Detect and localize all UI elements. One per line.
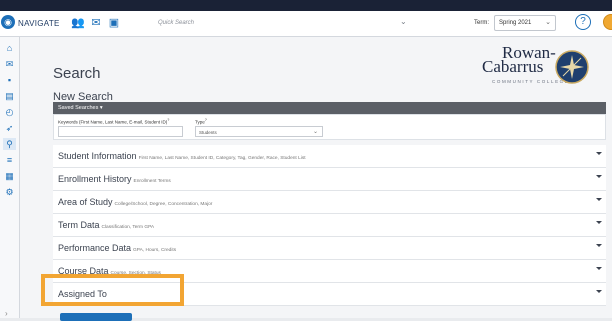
- people-icon[interactable]: 👥: [70, 16, 86, 30]
- accordion-title-text: Term Data: [58, 220, 100, 230]
- accordion-enrollment-history[interactable]: Enrollment History Enrollment Terms: [53, 168, 606, 191]
- term-value: Spring 2021: [499, 20, 532, 26]
- quick-search-chevron-icon[interactable]: ⌄: [400, 17, 407, 26]
- accordion-subtitle: Enrollment Terms: [133, 179, 171, 184]
- accordion-title: Area of Study College/School, Degree, Con…: [58, 197, 212, 207]
- accordion-term-data[interactable]: Term Data Classification, Term GPA: [53, 214, 606, 237]
- saved-searches-dropdown[interactable]: Saved Searches ▾: [53, 102, 606, 114]
- type-value: Students: [199, 130, 217, 135]
- calendar-icon[interactable]: ▣: [106, 16, 122, 30]
- accordion-title-text: Area of Study: [58, 197, 113, 207]
- accordion-title: Term Data Classification, Term GPA: [58, 220, 154, 230]
- chevron-down-icon: ⌄: [312, 129, 318, 135]
- app-name[interactable]: NAVIGATE: [18, 19, 60, 28]
- caret-down-icon[interactable]: [596, 244, 602, 247]
- clock-icon[interactable]: ◴: [3, 106, 16, 118]
- accordion-title-text: Performance Data: [58, 243, 132, 253]
- type-label: Type?: [195, 118, 207, 125]
- lists-icon[interactable]: ▦: [3, 170, 16, 182]
- reports-icon[interactable]: ▤: [3, 90, 16, 102]
- mail-icon[interactable]: ✉: [88, 16, 104, 30]
- type-select[interactable]: Students ⌄: [195, 126, 323, 137]
- search-submit-button[interactable]: [60, 313, 132, 321]
- assigned-to-highlight-box: [41, 274, 184, 306]
- accordion-title-text: Student Information: [58, 151, 137, 161]
- keywords-label: Keywords (First Name, Last Name, E-mail,…: [58, 118, 170, 125]
- page-title: Search: [53, 65, 101, 82]
- info-icon: ?: [204, 118, 207, 122]
- caret-down-icon[interactable]: [596, 267, 602, 270]
- accordion-subtitle: GPA, Hours, Credits: [133, 248, 177, 253]
- accordion-title: Enrollment History Enrollment Terms: [58, 174, 171, 184]
- accordion-subtitle: College/School, Degree, Concentration, M…: [114, 202, 213, 207]
- browser-top-strip: [0, 0, 612, 11]
- search-icon[interactable]: ⚲: [3, 138, 16, 150]
- term-label: Term:: [474, 20, 489, 26]
- accordion-subtitle: First Name, Last Name, Student ID, Categ…: [138, 156, 306, 161]
- search-form: Keywords (First Name, Last Name, E-mail,…: [53, 114, 606, 140]
- pin-icon[interactable]: ➶: [3, 122, 16, 134]
- accordion-student-information[interactable]: Student Information First Name, Last Name…: [53, 145, 606, 168]
- settings-icon[interactable]: ⚙: [3, 186, 16, 198]
- caret-down-icon[interactable]: [596, 152, 602, 155]
- caret-down-icon[interactable]: [596, 198, 602, 201]
- college-logo: Rowan- Cabarrus COMMUNITY COLLEGE: [482, 43, 602, 93]
- term-select[interactable]: Spring 2021 ⌄: [494, 15, 556, 31]
- caret-down-icon[interactable]: [596, 221, 602, 224]
- user-avatar[interactable]: [603, 14, 612, 30]
- accordion-title: Performance Data GPA, Hours, Credits: [58, 243, 176, 253]
- navigate-logo-icon[interactable]: ◉: [1, 15, 15, 29]
- chevron-down-icon: ⌄: [545, 19, 551, 26]
- top-navigation-bar: ◉ NAVIGATE 👥 ✉ ▣ Quick Search ⌄ Term: Sp…: [0, 11, 612, 37]
- help-circle-icon[interactable]: ?: [575, 14, 591, 30]
- caret-down-icon: ▾: [99, 105, 103, 111]
- accordion-area-of-study[interactable]: Area of Study College/School, Degree, Con…: [53, 191, 606, 214]
- caret-down-icon[interactable]: [596, 175, 602, 178]
- keywords-input[interactable]: [58, 126, 183, 137]
- caret-down-icon[interactable]: [596, 290, 602, 293]
- home-icon[interactable]: ⌂: [3, 42, 16, 54]
- saved-searches-label: Saved Searches: [58, 105, 99, 111]
- college-seal-icon: [555, 50, 589, 84]
- calendar-icon[interactable]: ▪: [3, 74, 16, 86]
- expand-sidebar-icon[interactable]: ›: [5, 309, 8, 318]
- quick-search-input[interactable]: Quick Search: [158, 20, 194, 26]
- brand-line-2: Cabarrus: [482, 57, 544, 76]
- accordion-performance-data[interactable]: Performance Data GPA, Hours, Credits: [53, 237, 606, 260]
- accordion-subtitle: Classification, Term GPA: [101, 225, 155, 230]
- list-icon[interactable]: ≡: [3, 154, 16, 166]
- left-sidebar: ⌂ ✉ ▪ ▤ ◴ ➶ ⚲ ≡ ▦ ⚙ ›: [0, 37, 20, 318]
- accordion-title-text: Enrollment History: [58, 174, 132, 184]
- accordion-title: Student Information First Name, Last Name…: [58, 151, 306, 161]
- mail-icon[interactable]: ✉: [3, 58, 16, 70]
- info-icon: ?: [167, 118, 170, 122]
